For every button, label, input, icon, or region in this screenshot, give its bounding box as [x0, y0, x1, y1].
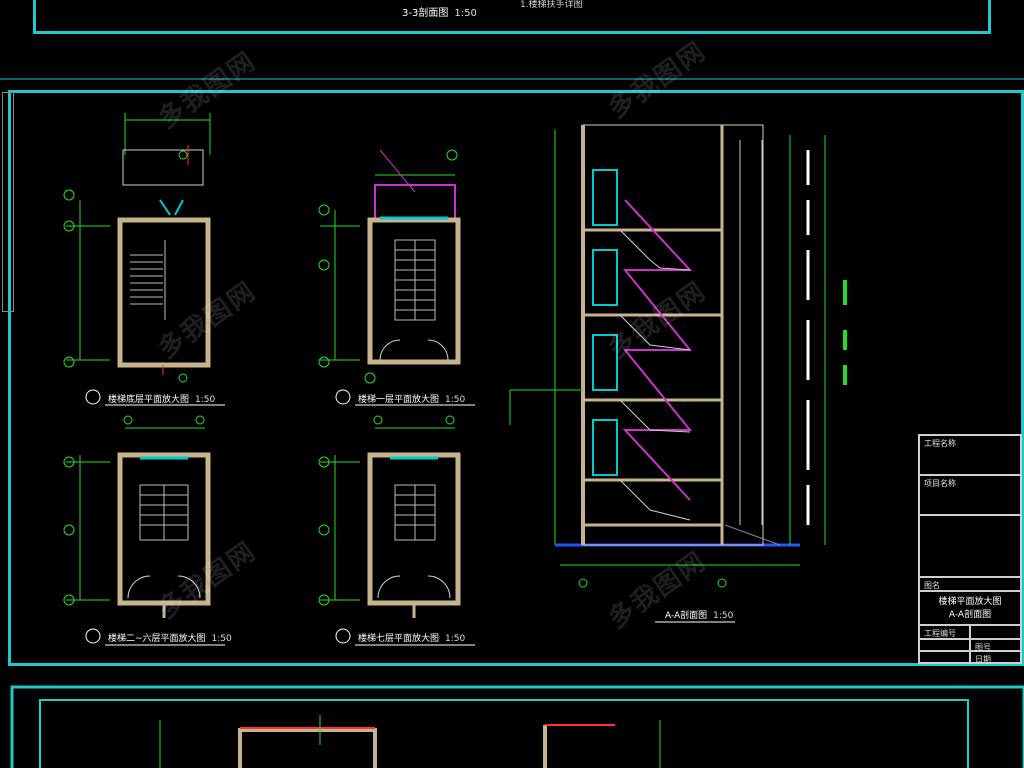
tb-drawing-label: 图名 [919, 577, 1021, 591]
plan-title-first-text: 楼梯一层平面放大图 [358, 395, 440, 405]
plan-first-floor [318, 149, 461, 384]
section-scale: 1:50 [713, 611, 734, 621]
bottom-sheet [10, 685, 1024, 768]
plan-title-typical-text: 楼梯二~六层平面放大图 [108, 634, 206, 644]
tb-row-1: 工程编号 [919, 625, 970, 639]
plan-seventh-floor [318, 415, 461, 618]
tb-project: 工程名称 [919, 435, 1021, 475]
plan-title-ground: 楼梯底层平面放大图 1:50 [108, 392, 215, 405]
plan-title-ground-text: 楼梯底层平面放大图 [108, 395, 190, 405]
tb-row-2 [919, 639, 970, 651]
plan-title-seventh: 楼梯七层平面放大图 1:50 [358, 631, 465, 644]
tb-subproject: 项目名称 [919, 475, 1021, 515]
plan-title-typical: 楼梯二~六层平面放大图 1:50 [108, 631, 232, 644]
title-block: 工程名称 项目名称 图名 楼梯平面放大图 A-A剖面图 工程编号 图号 日期 [918, 434, 1022, 664]
tb-blank [919, 515, 1021, 577]
canopy [122, 149, 204, 186]
tb-row-2-val: 图号 [970, 639, 1021, 652]
main-drawing-canvas [0, 78, 1024, 768]
section-title: A-A剖面图 1:50 [665, 608, 733, 621]
tb-drawing-title: 楼梯平面放大图 A-A剖面图 [919, 591, 1021, 625]
plan-scale-ground: 1:50 [195, 395, 216, 405]
plan-scale-typical: 1:50 [211, 634, 232, 644]
tb-row-1-val [970, 625, 1021, 639]
section-title-text: A-A剖面图 [665, 611, 708, 621]
section-a-a [509, 124, 847, 588]
tb-drawing-title-line1: 楼梯平面放大图 [938, 597, 1002, 607]
tb-row-3-val: 日期 [970, 651, 1021, 664]
plan-scale-first: 1:50 [445, 395, 466, 405]
tb-drawing-title-line2: A-A剖面图 [948, 610, 992, 620]
plan-title-first: 楼梯一层平面放大图 1:50 [358, 392, 465, 405]
plan-symbol [85, 389, 101, 405]
roof-canopy [374, 184, 456, 221]
plan-scale-seventh: 1:50 [445, 634, 466, 644]
plan-title-seventh-text: 楼梯七层平面放大图 [358, 634, 440, 644]
tb-row-3 [919, 651, 970, 663]
axis-bubble [63, 189, 75, 201]
